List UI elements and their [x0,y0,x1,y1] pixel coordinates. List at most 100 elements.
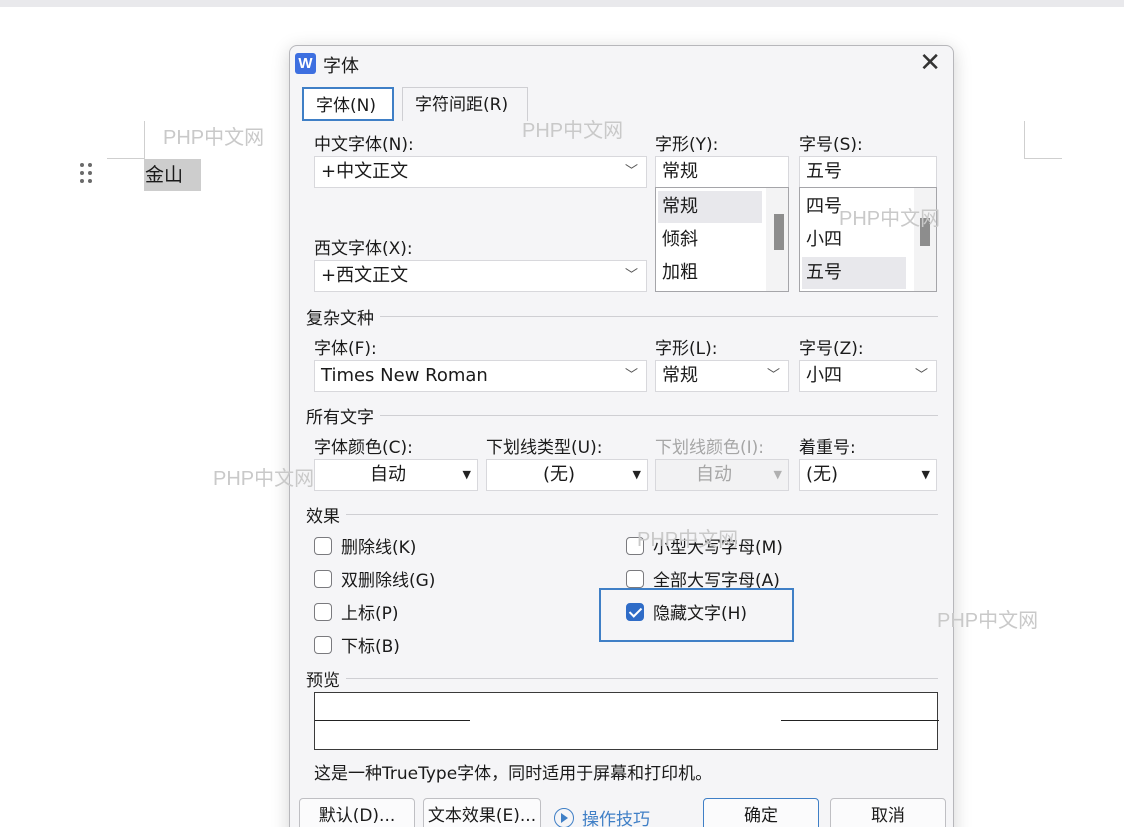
dialog-titlebar: W 字体 ✕ [290,46,953,82]
complex-font-select[interactable]: Times New Roman ﹀ [314,360,647,392]
checkbox-box[interactable] [626,569,644,588]
chevron-down-icon: ﹀ [766,368,780,383]
complex-font-value: Times New Roman [321,365,488,386]
western-font-label: 西文字体(X): [314,239,413,259]
small-caps-checkbox[interactable]: 小型大写字母(M) [626,533,783,558]
default-button[interactable]: 默认(D)... [299,798,415,827]
dialog-title: 字体 [323,56,359,77]
window-top-strip [0,0,1124,7]
underline-type-select[interactable]: (无) ▼ [486,459,648,491]
ok-button[interactable]: 确定 [703,798,819,827]
scrollbar-thumb[interactable] [774,214,784,250]
document-selected-text[interactable]: 金山 [144,159,201,191]
dropdown-arrow-icon: ▼ [773,468,782,481]
checkbox-label: 下标(B) [341,637,400,657]
font-size-input-value: 五号 [806,161,842,182]
watermark: PHP中文网 [163,127,265,149]
dropdown-arrow-icon: ▼ [632,468,641,481]
font-size-scrollbar[interactable] [914,188,936,291]
font-style-list[interactable]: 常规 倾斜 加粗 [655,187,789,292]
font-tab-panel: 中文字体(N): 字形(Y): 字号(S): +中文正文 ﹀ 常规 五号 常规 … [300,120,944,800]
preview-line-right [781,720,939,721]
checkbox-box[interactable] [314,569,332,588]
checkbox-label: 上标(P) [341,604,399,624]
font-size-input[interactable]: 五号 [799,156,937,188]
dropdown-arrow-icon: ▼ [462,468,471,481]
complex-style-label: 字形(L): [655,339,718,359]
list-item[interactable]: 加粗 [658,257,762,289]
preview-box [314,692,939,750]
font-color-label: 字体颜色(C): [314,438,413,458]
chinese-font-select[interactable]: +中文正文 ﹀ [314,156,647,188]
strikethrough-checkbox[interactable]: 删除线(K) [314,533,416,558]
complex-script-section: 复杂文种 [306,304,938,329]
checkbox-box[interactable] [314,602,332,621]
western-font-select[interactable]: +西文正文 ﹀ [314,260,647,292]
checkbox-box[interactable] [314,536,332,555]
emphasis-mark-select[interactable]: (无) ▼ [799,459,937,491]
underline-color-value: 自动 [696,464,732,485]
preview-section: 预览 [306,666,938,691]
complex-style-select[interactable]: 常规 ﹀ [655,360,789,392]
chinese-font-label: 中文字体(N): [314,135,414,155]
close-icon[interactable]: ✕ [919,49,941,77]
tab-font[interactable]: 字体(N) [302,87,394,121]
font-dialog: W 字体 ✕ 字体(N) 字符间距(R) 中文字体(N): 字形(Y): 字号(… [289,45,954,827]
underline-color-select: 自动 ▼ [655,459,789,491]
font-size-label: 字号(S): [799,135,863,155]
emphasis-mark-label: 着重号: [799,438,856,458]
chevron-down-icon: ﹀ [624,268,638,283]
complex-size-label: 字号(Z): [799,339,864,359]
emphasis-mark-value: (无) [806,464,839,485]
font-style-input[interactable]: 常规 [655,156,789,188]
drag-handle-icon[interactable] [80,163,94,187]
complex-font-label: 字体(F): [314,339,377,359]
double-strikethrough-checkbox[interactable]: 双删除线(G) [314,566,435,591]
underline-color-label: 下划线颜色(I): [655,438,765,458]
font-style-label: 字形(Y): [655,135,719,155]
highlight-box [599,588,794,642]
section-title: 预览 [306,671,340,691]
wps-writer-icon: W [295,53,316,74]
all-text-section: 所有文字 [306,403,938,428]
list-item[interactable]: 倾斜 [658,224,762,256]
complex-size-select[interactable]: 小四 ﹀ [799,360,937,392]
list-item[interactable]: 常规 [658,191,762,223]
section-title: 所有文字 [306,408,374,428]
list-item[interactable]: 四号 [802,191,906,223]
cancel-button[interactable]: 取消 [830,798,946,827]
checkbox-box[interactable] [314,635,332,654]
preview-line-left [315,720,470,721]
list-item[interactable]: 小四 [802,224,906,256]
western-font-value: +西文正文 [321,265,409,286]
checkbox-label: 双删除线(G) [341,571,436,591]
checkbox-label: 小型大写字母(M) [653,538,783,558]
tab-character-spacing[interactable]: 字符间距(R) [402,87,528,121]
chevron-down-icon: ﹀ [624,368,638,383]
checkbox-label: 删除线(K) [341,538,417,558]
effects-section: 效果 [306,502,938,527]
play-circle-icon [554,807,574,827]
page-corner-mark-left [107,121,145,159]
underline-type-label: 下划线类型(U): [486,438,603,458]
font-style-input-value: 常规 [662,161,698,182]
chevron-down-icon: ﹀ [914,368,928,383]
font-size-list[interactable]: 四号 小四 五号 [799,187,937,292]
tips-link-label: 操作技巧 [582,810,650,827]
tips-link[interactable]: 操作技巧 [554,805,650,827]
font-style-scrollbar[interactable] [766,188,788,291]
section-title: 效果 [306,507,340,527]
checkbox-box[interactable] [626,536,644,555]
font-color-value: 自动 [370,464,406,485]
list-item[interactable]: 五号 [802,257,906,289]
scrollbar-thumb[interactable] [920,218,930,246]
underline-type-value: (无) [542,464,576,485]
section-title: 复杂文种 [306,309,374,329]
subscript-checkbox[interactable]: 下标(B) [314,632,400,657]
complex-size-value: 小四 [806,365,842,386]
page-corner-mark-right [1024,121,1062,159]
font-color-select[interactable]: 自动 ▼ [314,459,478,491]
superscript-checkbox[interactable]: 上标(P) [314,599,399,624]
text-effects-button[interactable]: 文本效果(E)... [423,798,541,827]
chinese-font-value: +中文正文 [321,161,409,182]
